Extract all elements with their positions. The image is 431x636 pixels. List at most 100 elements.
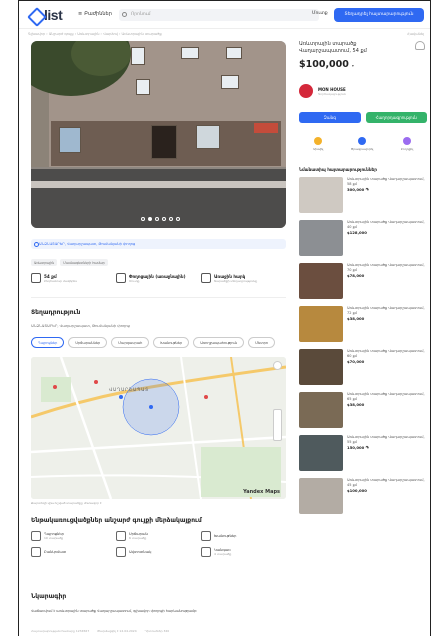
similar-details: Առևտրային տարածք Վաղարշապատում, 45 քմ $10… <box>347 478 425 518</box>
similar-title: Առևտրային տարածք Վաղարշապատում, 72 քմ <box>347 306 425 315</box>
similar-listing[interactable]: Առևտրային տարածք Վաղարշապատում, 70 քմ $78… <box>299 263 427 303</box>
seller-card[interactable]: MON HOUSE Գործակալություն <box>299 84 427 98</box>
similar-thumbnail[interactable] <box>299 435 343 471</box>
poi-tab[interactable]: Խանութներ <box>153 337 190 348</box>
action-icon <box>403 137 411 145</box>
breadcrumb[interactable]: Գլխավոր › Անշարժ գույք › Առևտրային › Վար… <box>28 32 162 36</box>
similar-listing[interactable]: Առևտրային տարածք Վաղարշապատում, 58 քմ 300… <box>299 177 427 217</box>
message-button[interactable]: Հաղորդագրություն <box>365 112 427 123</box>
page-frame: list ≡ Բաժիններ Որոնում Մուտք Տեղադրել հ… <box>18 0 431 636</box>
similar-thumbnail[interactable] <box>299 349 343 385</box>
infrastructure-text: Բանկոմատ <box>44 550 66 554</box>
listing-actions: Կիսվել Ծրագրավորել Բողոքել <box>299 137 427 151</box>
feature-text: 54 քմ Ընդհանուր մակերես <box>44 274 77 283</box>
infrastructure-title: Ենթակառուցվածքներ անշարժ գույքի մերձակայ… <box>31 517 202 524</box>
photo-curb <box>31 181 286 188</box>
gallery-dot[interactable] <box>176 217 180 221</box>
location-title: Տեղադրություն <box>31 309 81 316</box>
similar-thumbnail[interactable] <box>299 177 343 213</box>
similar-price: $38,000 <box>347 402 365 408</box>
similar-thumbnail[interactable] <box>299 220 343 256</box>
similar-listing[interactable]: Առևտրային տարածք Վաղարշապատում, 45 քմ $10… <box>299 478 427 518</box>
description-title: Նկարագիր <box>31 593 67 600</box>
infrastructure-icon <box>31 531 41 541</box>
post-ad-button[interactable]: Տեղադրել հայտարարություն <box>334 8 424 22</box>
similar-title: Առևտրային տարածք Վաղարշապատում, 65 քմ <box>347 392 425 401</box>
gallery-dot[interactable] <box>141 217 145 221</box>
poi-tab[interactable]: Սրճարաններ <box>68 337 108 348</box>
infrastructure-text: Կանգառ 4 տարածք <box>214 548 231 556</box>
photo-window <box>59 127 81 153</box>
similar-details: Առևտրային տարածք Վաղարշապատում, 65 քմ $38… <box>347 392 425 432</box>
call-button[interactable]: Զանգ <box>299 112 361 123</box>
similar-thumbnail[interactable] <box>299 263 343 299</box>
map-view[interactable]: ՎԱՂԱՐՇԱՊԱՏ Yandex Maps <box>31 357 286 499</box>
similar-listing[interactable]: Առևտրային տարածք Վաղարշապատում, 40 քմ $12… <box>299 220 427 260</box>
action-label: Բողոքել <box>400 147 414 151</box>
similar-price: $70,000 <box>347 359 365 365</box>
seller-sub: Գործակալություն <box>318 91 346 96</box>
listing-sidebar: Առևտրային տարածք Վաղարշապատում, 54 քմ $1… <box>299 41 427 521</box>
poi-tab[interactable]: Դպրոցներ <box>31 337 65 348</box>
gallery-dot[interactable] <box>155 217 159 221</box>
feature-icon <box>116 273 126 283</box>
infrastructure-grid: Դպրոցներ 10 տարածք Սրճարան 6 տարածք Խանութնե… <box>31 531 286 557</box>
infrastructure-title: Ավտոտնակ <box>129 550 152 554</box>
action-button[interactable]: Բողոքել <box>400 137 414 151</box>
map-zoom-control[interactable] <box>273 409 282 441</box>
search-icon <box>122 12 127 17</box>
poi-tab[interactable]: Մետրո <box>248 337 276 348</box>
gallery-dots[interactable] <box>141 217 180 221</box>
meta-item: Թարմացվել է 12.04.2024 <box>97 629 137 633</box>
infrastructure-icon <box>201 531 211 541</box>
similar-thumbnail[interactable] <box>299 306 343 342</box>
infrastructure-icon <box>116 547 126 557</box>
poi-tab[interactable]: Մարզասրահ <box>111 337 150 348</box>
gallery-dot[interactable] <box>169 217 173 221</box>
similar-listing[interactable]: Առևտրային տարածք Վաղարշապատում, 60 քմ $70… <box>299 349 427 389</box>
similar-thumbnail[interactable] <box>299 478 343 514</box>
photo-window <box>181 47 199 59</box>
login-link[interactable]: Մուտք <box>312 11 328 16</box>
map-note: Քարտեզի վրա նշված տարածքը մոտավոր է <box>31 501 102 505</box>
similar-thumbnail[interactable] <box>299 392 343 428</box>
favorite-link[interactable]: Հավանել <box>407 32 424 36</box>
contact-buttons: Զանգ Հաղորդագրություն <box>299 112 427 123</box>
infrastructure-sub: 10 տարածք <box>44 536 64 540</box>
similar-title: Առևտրային տարածք Վաղարշապատում, 40 քմ <box>347 220 425 229</box>
infrastructure-item: Դպրոցներ 10 տարածք <box>31 531 116 541</box>
similar-listing[interactable]: Առևտրային տարածք Վաղարշապատում, 55 քմ 150… <box>299 435 427 475</box>
action-button[interactable]: Ծրագրավորել <box>350 137 374 151</box>
listing-title: Առևտրային տարածք Վաղարշապատում, 54 քմ <box>299 41 367 54</box>
action-label: Ծրագրավորել <box>350 147 374 151</box>
infrastructure-item: Սրճարան 6 տարածք <box>116 531 201 541</box>
address-bar[interactable]: ԱՆՁՆԱՏԱՐԵՐ, Վաղարշապատ, Թումանյանի փողոց <box>31 239 286 249</box>
search-placeholder: Որոնում <box>131 12 151 17</box>
features-row: 54 քմ Ընդհանուր մակերես Փողոցային (առաջնայ… <box>31 273 286 283</box>
photo-gallery[interactable] <box>31 41 286 228</box>
action-button[interactable]: Կիսվել <box>313 137 323 151</box>
infrastructure-item: Բանկոմատ <box>31 547 116 557</box>
avatar <box>299 84 313 98</box>
search-input[interactable]: Որոնում <box>119 9 319 21</box>
gallery-dot[interactable] <box>162 217 166 221</box>
heart-icon[interactable] <box>415 41 425 50</box>
similar-price: $78,000 <box>347 273 365 279</box>
similar-price: $100,000 <box>347 488 367 494</box>
similar-details: Առևտրային տարածք Վաղարշապատում, 40 քմ $12… <box>347 220 425 260</box>
site-logo[interactable]: list <box>28 7 63 23</box>
feature-sub: Տարածքի տեղադրությունը <box>214 278 258 283</box>
logo-icon <box>28 8 42 22</box>
similar-listing[interactable]: Առևտրային տարածք Վաղարշապատում, 72 քմ $38… <box>299 306 427 346</box>
similar-details: Առևտրային տարածք Վաղարշապատում, 58 քմ 300… <box>347 177 425 217</box>
poi-tab[interactable]: Առողջապահություն <box>193 337 245 348</box>
map-brand[interactable]: Yandex Maps <box>243 489 280 495</box>
infrastructure-sub: 4 տարածք <box>214 552 232 556</box>
categories-button[interactable]: ≡ Բաժիններ <box>78 11 112 17</box>
currency-toggle[interactable]: ▾ <box>352 63 354 68</box>
similar-price: $38,000 <box>347 316 365 322</box>
similar-listing[interactable]: Առևտրային տարածք Վաղարշապատում, 65 քմ $38… <box>299 392 427 432</box>
infrastructure-sub: 6 տարածք <box>129 536 147 540</box>
map-locate-button[interactable] <box>273 361 282 370</box>
gallery-dot[interactable] <box>148 217 152 221</box>
